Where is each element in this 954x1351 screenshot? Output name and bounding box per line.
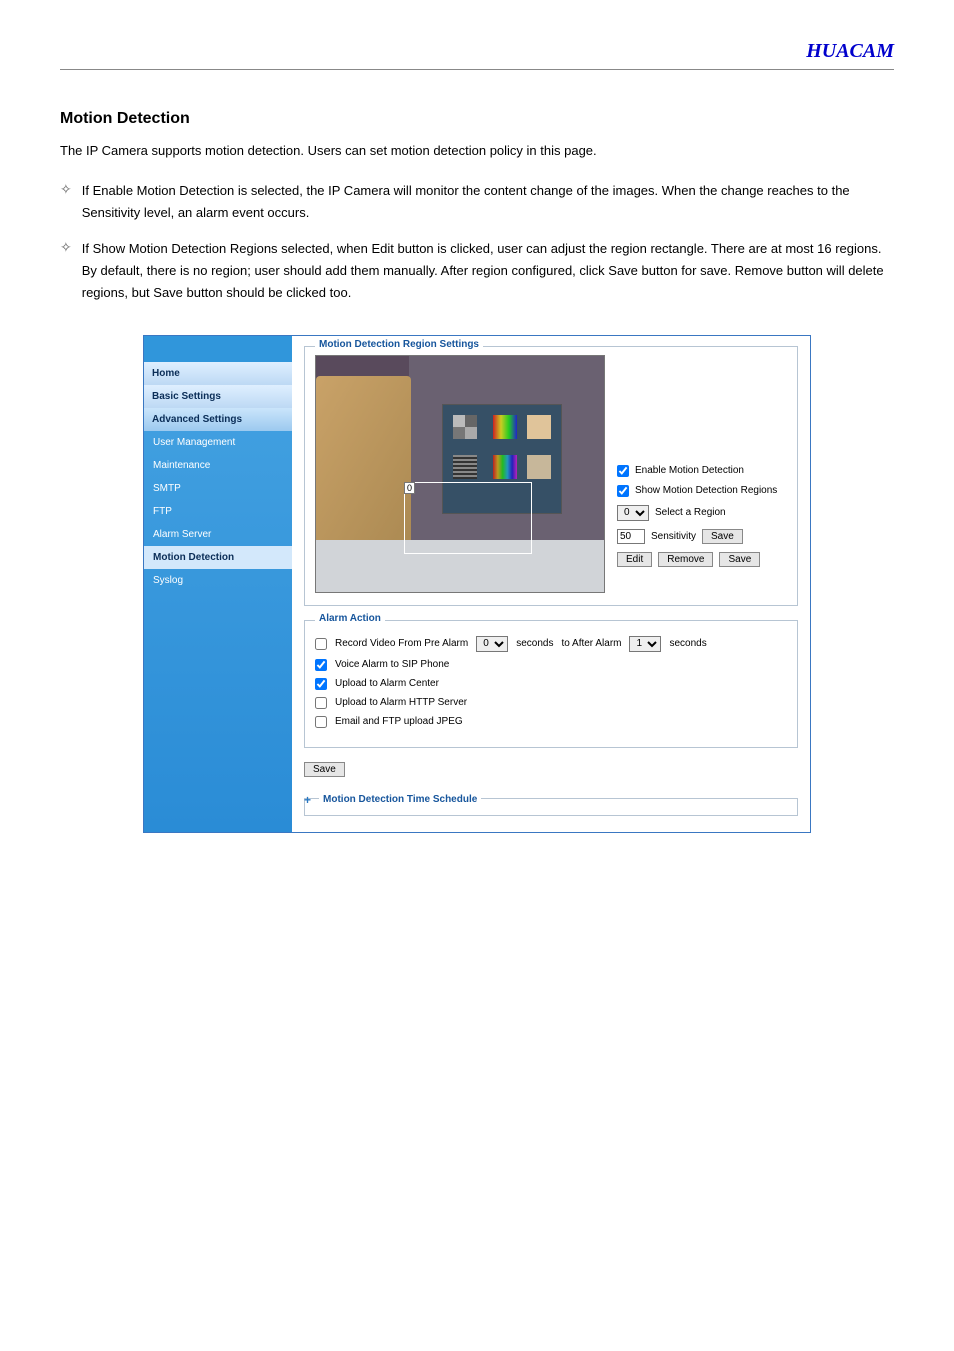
sidebar-item-basic[interactable]: Basic Settings [144,385,292,408]
section-heading: Motion Detection [60,110,894,128]
sidebar-item-maintenance[interactable]: Maintenance [144,454,292,477]
schedule-title[interactable]: Motion Detection Time Schedule [319,794,481,805]
show-regions-checkbox[interactable] [617,485,629,497]
sensitivity-label: Sensitivity [651,531,696,542]
diamond-bullet-icon: ✧ [60,180,72,198]
video-preview[interactable]: 0 [315,355,605,593]
save-region-button[interactable]: Save [719,552,760,567]
sidebar-item-ftp[interactable]: FTP [144,500,292,523]
voice-alarm-checkbox[interactable] [315,659,327,671]
sensitivity-input[interactable] [617,529,645,544]
plus-icon[interactable]: + [304,793,311,807]
sidebar-item-motion-detection[interactable]: Motion Detection [144,546,292,569]
after-alarm-select[interactable]: 1 [629,636,661,652]
upload-http-checkbox[interactable] [315,697,327,709]
upload-http-label: Upload to Alarm HTTP Server [335,697,467,708]
enable-motion-label: Enable Motion Detection [635,465,744,476]
sidebar-item-user-management[interactable]: User Management [144,431,292,454]
sidebar-item-smtp[interactable]: SMTP [144,477,292,500]
sidebar-item-home[interactable]: Home [144,362,292,385]
seconds-label-1: seconds [516,638,553,649]
settings-screenshot: Home Basic Settings Advanced Settings Us… [143,335,811,833]
edit-region-button[interactable]: Edit [617,552,652,567]
remove-region-button[interactable]: Remove [658,552,713,567]
save-sensitivity-button[interactable]: Save [702,529,743,544]
email-ftp-label: Email and FTP upload JPEG [335,716,463,727]
show-regions-label: Show Motion Detection Regions [635,485,777,496]
bullet2-text: If Show Motion Detection Regions selecte… [82,238,894,304]
bullet1-text: If Enable Motion Detection is selected, … [82,180,894,224]
sidebar-item-syslog[interactable]: Syslog [144,569,292,592]
diamond-bullet-icon: ✧ [60,238,72,256]
brand-logo: HUACAM [806,40,894,62]
to-after-label: to After Alarm [561,638,621,649]
upload-center-label: Upload to Alarm Center [335,678,439,689]
region-box-label: 0 [404,482,415,494]
alarm-action-legend: Alarm Action [315,613,385,624]
sidebar-item-advanced[interactable]: Advanced Settings [144,408,292,431]
region-select-label: Select a Region [655,507,726,518]
sidebar: Home Basic Settings Advanced Settings Us… [144,336,292,832]
region-settings-fieldset: Motion Detection Region Settings 0 [304,346,798,606]
region-select[interactable]: 0 [617,505,649,521]
sidebar-item-alarm-server[interactable]: Alarm Server [144,523,292,546]
region-settings-legend: Motion Detection Region Settings [315,339,483,350]
record-video-checkbox[interactable] [315,638,327,650]
intro-text: The IP Camera supports motion detection.… [60,140,894,162]
seconds-label-2: seconds [669,638,706,649]
region-box-0[interactable]: 0 [404,482,532,554]
record-pre-label: Record Video From Pre Alarm [335,638,468,649]
alarm-action-fieldset: Alarm Action Record Video From Pre Alarm… [304,620,798,748]
upload-center-checkbox[interactable] [315,678,327,690]
voice-alarm-label: Voice Alarm to SIP Phone [335,659,449,670]
save-alarm-button[interactable]: Save [304,762,345,777]
content-pane: Motion Detection Region Settings 0 [292,336,810,832]
email-ftp-checkbox[interactable] [315,716,327,728]
pre-alarm-select[interactable]: 0 [476,636,508,652]
sidebar-header [144,336,292,362]
enable-motion-checkbox[interactable] [617,465,629,477]
